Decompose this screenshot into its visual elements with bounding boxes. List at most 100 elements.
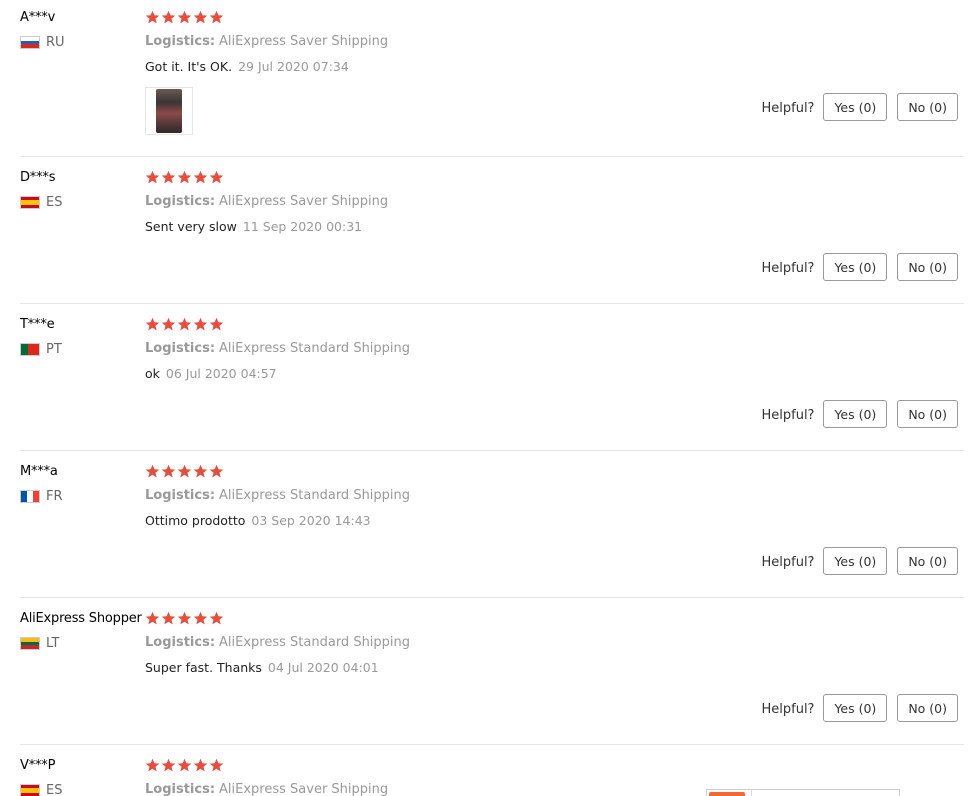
flag-icon — [20, 36, 40, 49]
review-item: T***e PT Logistics: AliExpress Standard S… — [0, 307, 964, 451]
star-rating — [145, 317, 224, 332]
review-date: 03 Sep 2020 14:43 — [251, 513, 371, 528]
flag-icon — [20, 343, 40, 356]
flag-stripe — [21, 44, 39, 48]
helpful-yes-button[interactable]: Yes (0) — [823, 400, 888, 428]
star-rating — [145, 758, 224, 773]
flag-stripe — [21, 344, 29, 355]
logistics-label: Logistics: — [145, 635, 216, 650]
logistics-label: Logistics: — [145, 488, 216, 503]
helpful-no-button[interactable]: No (0) — [897, 400, 958, 428]
review-content: Got it. It's OK. — [145, 59, 233, 74]
reviewer-country: ES — [20, 783, 62, 796]
helpful-yes-button[interactable]: Yes (0) — [823, 547, 888, 575]
country-code: RU — [46, 35, 65, 50]
star-icon — [193, 170, 208, 184]
star-icon — [161, 10, 176, 24]
helpful-vote: Helpful? Yes (0) No (0) — [761, 694, 958, 722]
star-icon — [193, 317, 208, 331]
reviewer-country: FR — [20, 489, 63, 504]
helpful-label: Helpful? — [761, 261, 815, 276]
helpful-yes-button[interactable]: Yes (0) — [823, 253, 888, 281]
star-icon — [145, 317, 160, 331]
helpful-no-button[interactable]: No (0) — [897, 547, 958, 575]
helpful-label: Helpful? — [761, 408, 815, 423]
logistics-info: Logistics: AliExpress Saver Shipping — [145, 194, 388, 209]
reviewer-name: A***v — [20, 10, 56, 25]
helpful-yes-button[interactable]: Yes (0) — [823, 694, 888, 722]
star-icon — [193, 611, 208, 625]
review-divider — [20, 744, 964, 745]
country-code: ES — [46, 783, 63, 796]
star-icon — [177, 464, 192, 478]
reviewer-country: ES — [20, 195, 62, 210]
star-icon — [145, 758, 160, 772]
star-icon — [177, 611, 192, 625]
helpful-vote: Helpful? Yes (0) No (0) — [761, 547, 958, 575]
reviewer-name: T***e — [20, 317, 55, 332]
review-content: Ottimo prodotto — [145, 513, 246, 528]
star-icon — [209, 170, 224, 184]
floating-widget[interactable] — [706, 789, 900, 796]
reviewer-name: M***a — [20, 464, 58, 479]
reviewer-name: V***P — [20, 758, 56, 773]
review-text: Ottimo prodotto 03 Sep 2020 14:43 — [145, 513, 371, 528]
helpful-label: Helpful? — [761, 702, 815, 717]
star-icon — [193, 10, 208, 24]
review-item: D***s ES Logistics: AliExpress Saver Ship… — [0, 160, 964, 304]
country-code: LT — [46, 636, 60, 651]
helpful-label: Helpful? — [761, 101, 815, 116]
star-rating — [145, 464, 224, 479]
flag-icon — [20, 637, 40, 650]
widget-icon — [709, 792, 745, 796]
review-text: Got it. It's OK. 29 Jul 2020 07:34 — [145, 59, 349, 74]
review-image-thumbnail[interactable] — [145, 87, 193, 135]
logistics-value: AliExpress Standard Shipping — [219, 341, 411, 356]
helpful-label: Helpful? — [761, 555, 815, 570]
logistics-label: Logistics: — [145, 341, 216, 356]
helpful-no-button[interactable]: No (0) — [897, 253, 958, 281]
star-icon — [177, 10, 192, 24]
logistics-label: Logistics: — [145, 782, 216, 796]
reviewer-name: AliExpress Shopper — [20, 611, 142, 626]
star-icon — [209, 611, 224, 625]
helpful-vote: Helpful? Yes (0) No (0) — [761, 253, 958, 281]
logistics-value: AliExpress Standard Shipping — [219, 488, 411, 503]
logistics-label: Logistics: — [145, 194, 216, 209]
helpful-no-button[interactable]: No (0) — [897, 694, 958, 722]
review-content: Super fast. Thanks — [145, 660, 262, 675]
review-divider — [20, 156, 964, 157]
logistics-info: Logistics: AliExpress Standard Shipping — [145, 488, 410, 503]
star-icon — [193, 464, 208, 478]
logistics-info: Logistics: AliExpress Standard Shipping — [145, 341, 410, 356]
review-divider — [20, 597, 964, 598]
review-text: Sent very slow 11 Sep 2020 00:31 — [145, 219, 362, 234]
country-code: ES — [46, 195, 63, 210]
helpful-vote: Helpful? Yes (0) No (0) — [761, 400, 958, 428]
widget-separator — [751, 790, 752, 796]
review-list: A***v RU Logistics: AliExpress Saver Ship… — [0, 0, 978, 796]
reviewer-country: RU — [20, 35, 65, 50]
star-icon — [145, 464, 160, 478]
logistics-value: AliExpress Saver Shipping — [219, 782, 389, 796]
star-icon — [209, 758, 224, 772]
helpful-no-button[interactable]: No (0) — [897, 93, 958, 121]
review-item: M***a FR Logistics: AliExpress Standard S… — [0, 454, 964, 598]
flag-icon — [20, 490, 40, 503]
flag-stripe — [21, 205, 39, 208]
review-content: ok — [145, 366, 160, 381]
logistics-value: AliExpress Saver Shipping — [219, 34, 389, 49]
star-icon — [177, 170, 192, 184]
flag-stripe — [21, 645, 39, 649]
star-icon — [209, 317, 224, 331]
logistics-value: AliExpress Saver Shipping — [219, 194, 389, 209]
star-icon — [161, 758, 176, 772]
helpful-vote: Helpful? Yes (0) No (0) — [761, 93, 958, 121]
helpful-yes-button[interactable]: Yes (0) — [823, 93, 888, 121]
review-photo — [156, 89, 182, 133]
reviewer-country: LT — [20, 636, 59, 651]
flag-icon — [20, 784, 40, 796]
logistics-value: AliExpress Standard Shipping — [219, 635, 411, 650]
star-icon — [177, 317, 192, 331]
reviewer-name: D***s — [20, 170, 56, 185]
